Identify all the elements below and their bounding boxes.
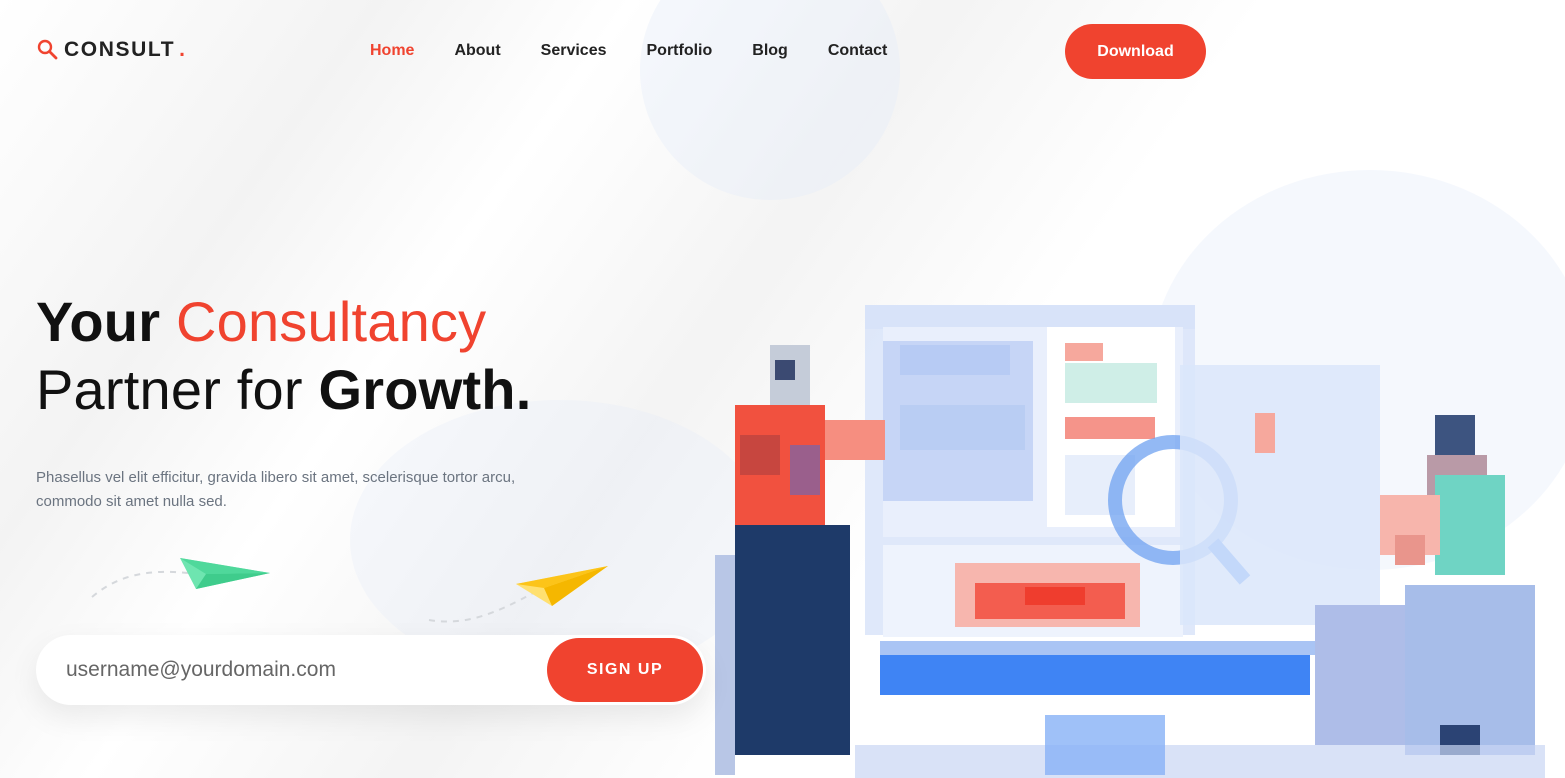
logo-text: CONSULT: [64, 38, 176, 61]
download-button[interactable]: Download: [1065, 24, 1206, 79]
nav-item-about[interactable]: About: [454, 42, 500, 60]
site-header: CONSULT. Home About Services Portfolio B…: [0, 0, 1565, 104]
hero-description: Phasellus vel elit efficitur, gravida li…: [36, 469, 516, 510]
hero-title-your: Your: [36, 290, 161, 353]
nav-item-blog[interactable]: Blog: [752, 42, 788, 60]
paper-plane-icon: [180, 558, 270, 589]
nav-item-portfolio[interactable]: Portfolio: [647, 42, 713, 60]
nav-item-services[interactable]: Services: [541, 42, 607, 60]
magnifier-icon: [36, 38, 60, 62]
logo[interactable]: CONSULT.: [36, 38, 185, 62]
signup-form: SIGN UP: [36, 635, 706, 705]
email-field[interactable]: [66, 653, 546, 687]
hero-title: Your Consultancy Partner for Growth.: [36, 288, 531, 424]
main-nav: Home About Services Portfolio Blog Conta…: [370, 42, 927, 60]
hero-illustration: [715, 305, 1545, 778]
logo-dot: .: [179, 38, 185, 61]
nav-item-home[interactable]: Home: [370, 42, 414, 60]
paper-plane-icon: [516, 566, 608, 606]
hero-title-growth: Growth.: [318, 358, 532, 421]
hero-title-consultancy: Consultancy: [175, 290, 487, 353]
hero-title-partner: Partner for: [36, 358, 303, 421]
nav-item-contact[interactable]: Contact: [828, 42, 888, 60]
sign-up-button[interactable]: SIGN UP: [547, 638, 703, 702]
